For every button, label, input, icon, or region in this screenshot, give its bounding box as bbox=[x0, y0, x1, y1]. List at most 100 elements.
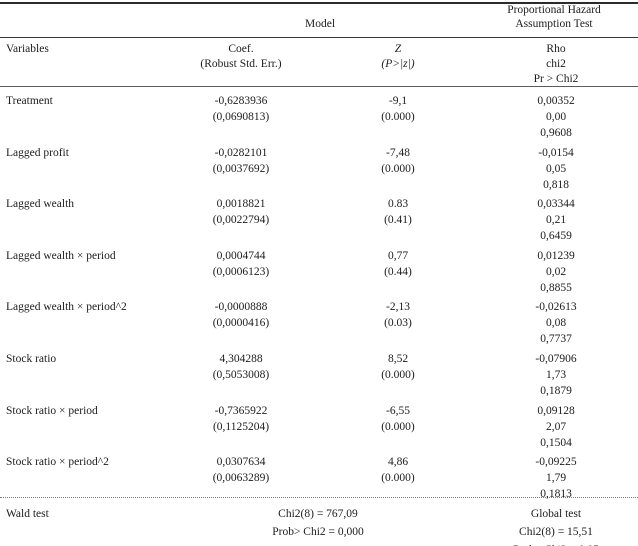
variable-label: Treatment bbox=[6, 95, 53, 107]
row-z-cell: 8,52 (0.000) bbox=[322, 351, 474, 383]
table-row: Stock ratio × period^2 0,0307634 (0,006328… bbox=[0, 454, 638, 506]
row-coefficient-cell: -0,0282101 (0,0037692) bbox=[162, 145, 320, 177]
table-row: Stock ratio 4,304288 (0,5053008) 8,52 (0.000… bbox=[0, 351, 638, 403]
robust-std-err-value: (0,0037692) bbox=[212, 162, 270, 175]
variable-label: Stock ratio × period^2 bbox=[6, 456, 109, 469]
footer-wald-prob: Prob> Chi2 = 0,000 bbox=[272, 526, 364, 538]
p-value: (0.000) bbox=[381, 369, 415, 381]
table-row: Lagged wealth × period 0,0004744 (0,000612… bbox=[0, 248, 638, 300]
coefficient-value: 4,304288 bbox=[219, 353, 263, 365]
z-value: -9,1 bbox=[388, 95, 408, 107]
footer-global-test-label: Global test bbox=[530, 508, 582, 520]
z-value: -6,55 bbox=[386, 404, 410, 417]
column-header-coef-label: Coef. bbox=[228, 43, 254, 55]
row-proportional-hazard-cell: -0,07906 1,73 0,1879 bbox=[476, 351, 636, 399]
row-z-cell: -6,55 (0.000) bbox=[322, 403, 474, 435]
table-row: Stock ratio × period -0,7365922 (0,1125204… bbox=[0, 403, 638, 455]
row-proportional-hazard-cell: 0,03344 0,21 0,6459 bbox=[476, 196, 636, 244]
row-z-cell: 0.83 (0.41) bbox=[322, 196, 474, 228]
variable-label: Lagged wealth × period bbox=[6, 249, 116, 262]
rho-value: 0,09128 bbox=[537, 404, 575, 417]
pr-chi2-value: 0,6459 bbox=[540, 230, 572, 243]
column-header-rho: Rho chi2 Pr > Chi2 bbox=[476, 42, 636, 87]
robust-std-err-value: (0,0006123) bbox=[212, 265, 270, 278]
row-proportional-hazard-cell: 0,01239 0,02 0,8855 bbox=[476, 248, 636, 296]
z-value: 4,86 bbox=[387, 456, 409, 469]
group-header-model-label: Model bbox=[304, 18, 336, 30]
row-proportional-hazard-cell: -0,02613 0,08 0,7737 bbox=[476, 299, 636, 347]
z-value: 8,52 bbox=[387, 353, 409, 365]
chi2-value: 2,07 bbox=[545, 420, 567, 433]
table-row: Lagged wealth × period^2 -0,0000888 (0,000… bbox=[0, 299, 638, 351]
p-value: (0.000) bbox=[381, 472, 415, 485]
footer-wald-chi2: Chi2(8) = 767,09 bbox=[278, 508, 358, 520]
robust-std-err-value: (0,0690813) bbox=[212, 111, 270, 123]
row-coefficient-cell: 0,0018821 (0,0022794) bbox=[162, 196, 320, 228]
row-z-cell: -9,1 (0.000) bbox=[322, 93, 474, 125]
variable-label: Lagged wealth bbox=[6, 198, 75, 211]
row-variable-name: Lagged wealth bbox=[6, 196, 176, 212]
chi2-value: 0,08 bbox=[545, 317, 567, 330]
variable-label: Stock ratio × period bbox=[6, 404, 98, 417]
chi2-value: 1,79 bbox=[545, 472, 567, 485]
pr-chi2-value: 0,9608 bbox=[540, 127, 572, 139]
rho-value: 0,00352 bbox=[537, 95, 575, 107]
row-z-cell: 4,86 (0.000) bbox=[322, 454, 474, 486]
pr-chi2-value: 0,7737 bbox=[540, 333, 572, 346]
row-proportional-hazard-cell: -0,0154 0,05 0,818 bbox=[476, 145, 636, 193]
pr-chi2-value: 0,818 bbox=[543, 178, 569, 191]
chi2-value: 0,02 bbox=[545, 265, 567, 278]
row-variable-name: Stock ratio bbox=[6, 351, 176, 367]
coefficient-value: -0,7365922 bbox=[214, 404, 268, 417]
rho-value: 0,03344 bbox=[537, 198, 575, 211]
p-value: (0.03) bbox=[384, 317, 412, 330]
column-header-z-label: Z bbox=[394, 43, 402, 55]
results-table-page: Model Proportional Hazard Assumption Tes… bbox=[0, 0, 638, 546]
row-variable-name: Treatment bbox=[6, 93, 176, 109]
group-header-ph-line1: Proportional Hazard bbox=[507, 4, 601, 16]
row-proportional-hazard-cell: 0,09128 2,07 0,1504 bbox=[476, 403, 636, 451]
row-coefficient-cell: -0,6283936 (0,0690813) bbox=[162, 93, 320, 125]
column-header-variables-label: Variables bbox=[6, 43, 49, 55]
p-value: (0.000) bbox=[381, 420, 415, 433]
footer-wald-test-values: Chi2(8) = 767,09 Prob> Chi2 = 0,000 bbox=[162, 505, 474, 541]
z-value: 0,77 bbox=[387, 249, 409, 262]
rho-value: -0,07906 bbox=[535, 353, 577, 365]
row-variable-name: Stock ratio × period^2 bbox=[6, 454, 176, 470]
rho-value: -0,02613 bbox=[535, 301, 577, 314]
row-proportional-hazard-cell: 0,00352 0,00 0,9608 bbox=[476, 93, 636, 141]
coefficient-value: -0,0000888 bbox=[214, 301, 268, 314]
variable-label: Stock ratio bbox=[6, 353, 57, 365]
variable-label: Lagged profit bbox=[6, 146, 69, 159]
row-coefficient-cell: -0,0000888 (0,0000416) bbox=[162, 299, 320, 331]
row-z-cell: -2,13 (0.03) bbox=[322, 299, 474, 331]
chi2-value: 0,21 bbox=[545, 214, 567, 227]
footer-global-prob: Prob> Chi2 = 0,05 bbox=[476, 541, 636, 546]
column-header-z: Z (P>|z|) bbox=[322, 42, 474, 72]
pr-chi2-value: 0,1813 bbox=[540, 488, 572, 501]
robust-std-err-value: (0,5053008) bbox=[212, 369, 270, 381]
p-value: (0.000) bbox=[381, 162, 415, 175]
robust-std-err-value: (0,0063289) bbox=[212, 472, 270, 485]
column-header-pr-chi2-label: Pr > Chi2 bbox=[533, 73, 579, 85]
rho-value: -0,0154 bbox=[538, 146, 574, 159]
coefficient-value: -0,6283936 bbox=[214, 95, 268, 107]
row-variable-name: Lagged profit bbox=[6, 145, 176, 161]
row-proportional-hazard-cell: -0,09225 1,79 0,1813 bbox=[476, 454, 636, 502]
table-row: Treatment -0,6283936 (0,0690813) -9,1 (0.000… bbox=[0, 93, 638, 145]
footer-wald-test-label: Wald test bbox=[6, 505, 176, 523]
p-value: (0.41) bbox=[384, 214, 412, 227]
column-header-variables: Variables bbox=[6, 42, 156, 57]
footer-label-text: Wald test bbox=[6, 508, 49, 520]
variable-label: Lagged wealth × period^2 bbox=[6, 301, 127, 314]
row-coefficient-cell: -0,7365922 (0,1125204) bbox=[162, 403, 320, 435]
pr-chi2-value: 0,1879 bbox=[540, 385, 572, 397]
coefficient-value: 0,0307634 bbox=[216, 456, 266, 469]
table-row: Lagged profit -0,0282101 (0,0037692) -7,48 (… bbox=[0, 145, 638, 197]
row-variable-name: Stock ratio × period bbox=[6, 403, 176, 419]
row-z-cell: 0,77 (0.44) bbox=[322, 248, 474, 280]
robust-std-err-value: (0,0022794) bbox=[212, 214, 270, 227]
chi2-value: 0,05 bbox=[545, 162, 567, 175]
pr-chi2-value: 0,1504 bbox=[540, 436, 572, 449]
group-header-proportional-hazard: Proportional Hazard Assumption Test bbox=[470, 3, 638, 31]
